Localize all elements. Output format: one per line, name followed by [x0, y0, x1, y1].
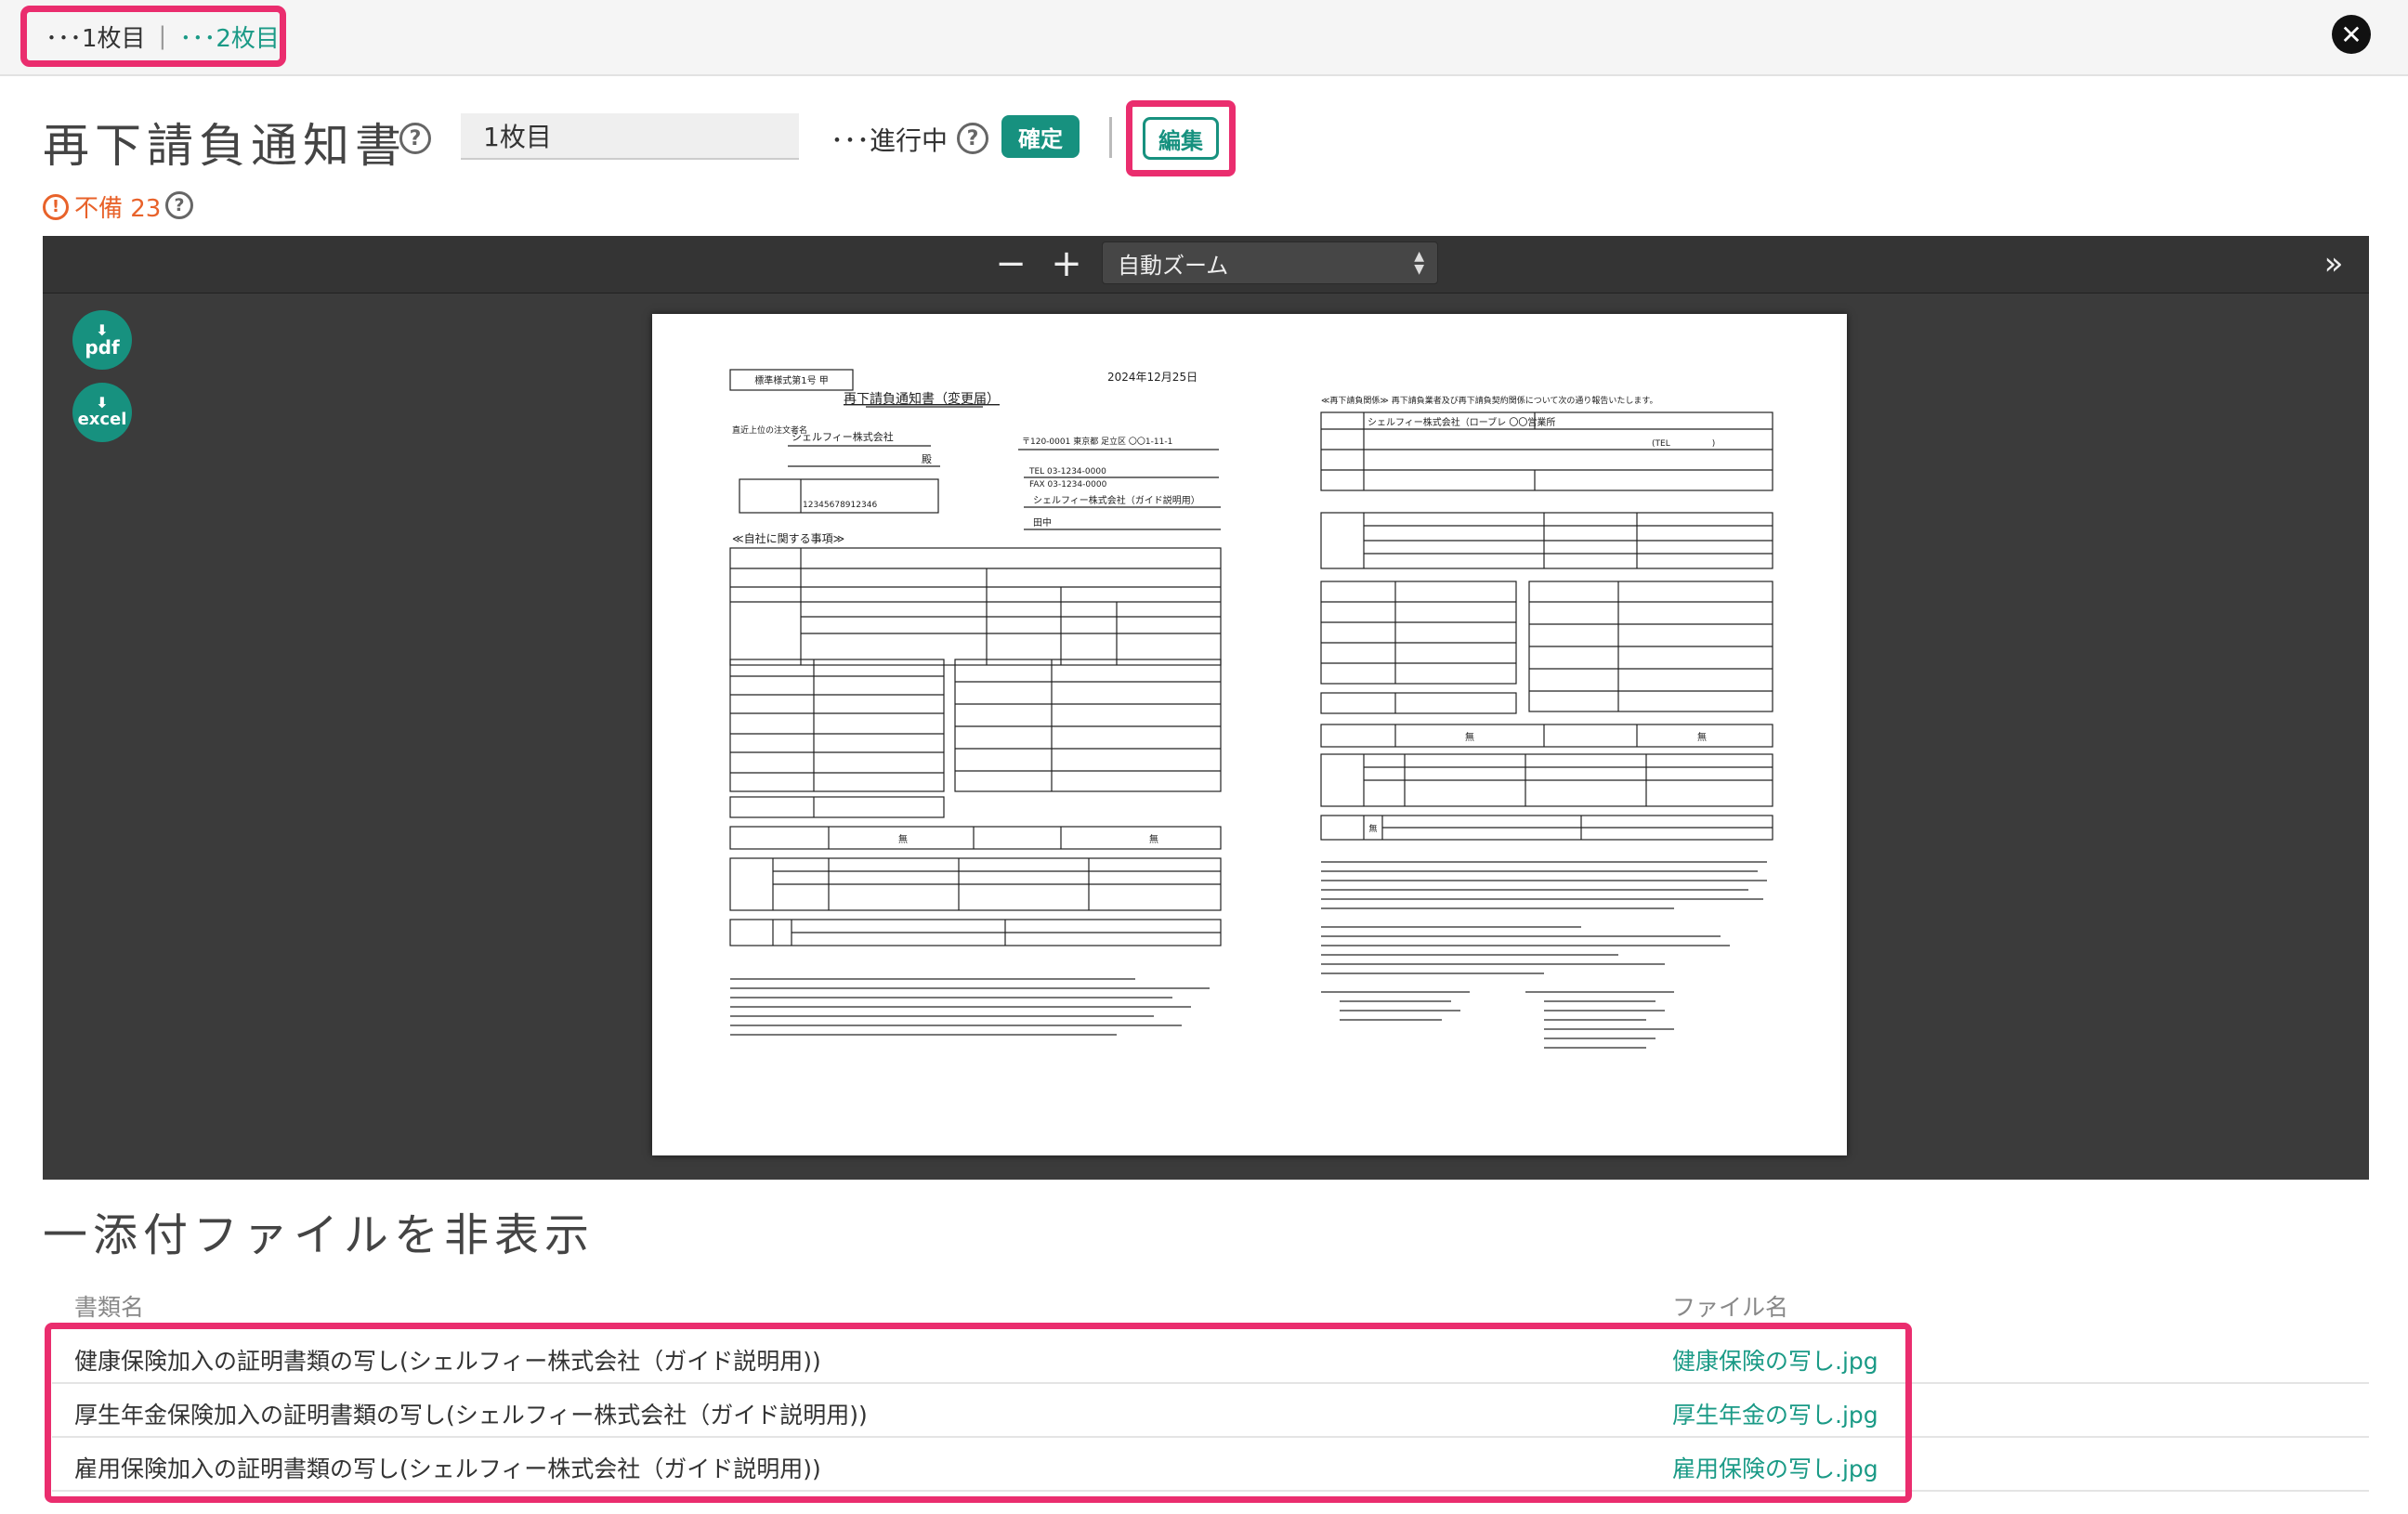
download-excel-button[interactable]: ⬇ excel	[72, 383, 132, 442]
right-tel: (TEL )	[1652, 439, 1715, 449]
status-label: ･･･進行中	[831, 125, 949, 156]
page-title: 再下請負通知書	[43, 119, 407, 173]
sheet-tabs: ･･･1枚目 | ･･･2枚目	[20, 6, 286, 67]
value-none-2: 無	[1149, 833, 1158, 845]
document-render: 標準様式第1号 甲 2024年12月25日 再下請負通知書（変更届） 直近上位の…	[729, 369, 1773, 1049]
tel: TEL 03-1234-0000	[1028, 467, 1106, 476]
help-icon[interactable]: ?	[399, 123, 431, 154]
own-company: シェルフィー株式会社（ガイド説明用）	[1033, 494, 1200, 506]
download-pdf-label: pdf	[85, 336, 120, 359]
right-company: シェルフィー株式会社（ローブレ 〇〇営業所	[1368, 416, 1555, 428]
pdf-viewer: − + 自動ズーム ▲ ▼ » ⬇ pdf ⬇ excel 標準様式第1号 甲 2…	[43, 236, 2369, 1180]
value-none-5: 無	[1368, 823, 1377, 834]
attachments-toggle[interactable]: 一添付ファイルを非表示	[43, 1198, 595, 1263]
value-none-3: 無	[1465, 731, 1474, 743]
zoom-in-button[interactable]: +	[1048, 242, 1085, 285]
zoom-select[interactable]: 自動ズーム ▲ ▼	[1102, 241, 1438, 284]
edit-button[interactable]: 編集	[1143, 117, 1219, 160]
column-header-file: ファイル名	[1672, 1294, 1789, 1321]
column-header-name: 書類名	[74, 1294, 145, 1321]
tab-sheet-2[interactable]: ･･･2枚目	[179, 20, 280, 54]
zoom-select-value: 自動ズーム	[1118, 252, 1229, 279]
right-title: ≪再下請負関係≫ 再下請負業者及び再下請負契約関係について次の通り報告いたします…	[1321, 395, 1658, 406]
viewer-toolbar: − + 自動ズーム ▲ ▼ »	[43, 236, 2369, 294]
fax: FAX 03-1234-0000	[1029, 480, 1107, 489]
value-none-4: 無	[1697, 731, 1707, 743]
download-excel-label: excel	[77, 410, 127, 429]
download-arrow-icon: ⬇	[96, 394, 109, 411]
document-date: 2024年12月25日	[1107, 371, 1197, 384]
representative: 田中	[1033, 516, 1052, 529]
warning-icon: !	[43, 193, 69, 220]
app-root: ･･･1枚目 | ･･･2枚目 ✕ 再下請負通知書 ? ･･･進行中 ? 確定 …	[0, 0, 2408, 1514]
close-icon[interactable]: ✕	[2332, 15, 2371, 54]
top-bar: ･･･1枚目 | ･･･2枚目 ✕	[0, 0, 2408, 76]
sidebar-toggle-button[interactable]: »	[2315, 245, 2352, 282]
honorific: 殿	[922, 453, 932, 465]
deficiency-warning[interactable]: ! 不備 23	[43, 189, 161, 224]
divider	[1109, 117, 1112, 158]
confirm-button[interactable]: 確定	[1001, 115, 1080, 158]
form-number: 標準様式第1号 甲	[754, 374, 829, 386]
download-pdf-button[interactable]: ⬇ pdf	[72, 310, 132, 370]
contractor-id: 12345678912346	[803, 501, 877, 510]
section-self: ≪自社に関する事項≫	[732, 531, 844, 545]
tab-separator: |	[158, 22, 167, 50]
document-title: 再下請負通知書（変更届）	[844, 391, 1000, 407]
document-page: 標準様式第1号 甲 2024年12月25日 再下請負通知書（変更届） 直近上位の…	[652, 314, 1847, 1155]
address: 〒120-0001 東京都 足立区 〇〇1-11-1	[1022, 436, 1172, 447]
status-help-icon[interactable]: ?	[957, 123, 988, 154]
select-arrows-icon: ▲ ▼	[1414, 249, 1424, 277]
value-none-1: 無	[898, 833, 908, 845]
tab-sheet-1[interactable]: ･･･1枚目	[46, 20, 146, 54]
zoom-out-button[interactable]: −	[992, 242, 1029, 285]
attachments-highlight	[45, 1323, 1912, 1503]
client-name: シェルフィー株式会社	[792, 430, 894, 443]
deficiency-help-icon[interactable]: ?	[165, 191, 193, 219]
deficiency-count: 不備 23	[74, 195, 162, 223]
sheet-name-input[interactable]	[461, 113, 799, 160]
